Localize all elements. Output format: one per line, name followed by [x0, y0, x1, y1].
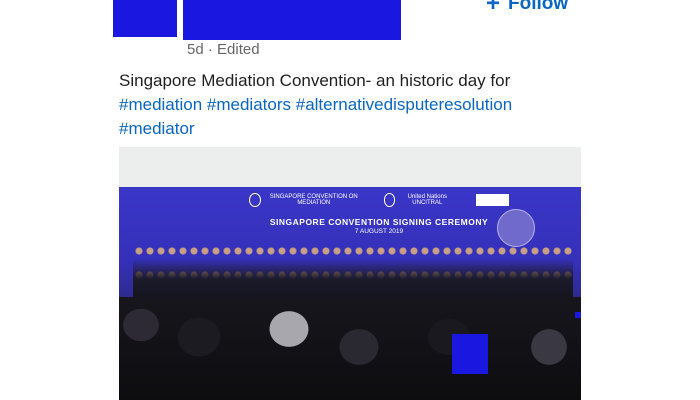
convention-seal-icon: [497, 209, 535, 247]
stage-banner: SINGAPORE CONVENTION ON MEDIATION United…: [249, 189, 510, 251]
post-meta: 5d · Edited: [187, 41, 260, 58]
audience-foreground: [119, 297, 581, 400]
un-emblem-icon: [383, 193, 396, 207]
un-logo: United Nations UNCITRAL: [383, 193, 456, 207]
redacted-mark: [575, 312, 581, 318]
hashtag-alternativedisputeresolution[interactable]: #alternativedisputeresolution: [296, 95, 512, 114]
post-image[interactable]: SINGAPORE CONVENTION ON MEDIATION United…: [119, 147, 581, 400]
banner-date: 7 AUGUST 2019: [354, 228, 404, 235]
plus-icon: +: [486, 0, 501, 17]
un-logo-text: United Nations UNCITRAL: [407, 194, 447, 206]
redacted-face: [452, 334, 488, 374]
post-text: Singapore Mediation Convention- an histo…: [119, 69, 589, 141]
hashtag-mediator[interactable]: #mediator: [119, 119, 195, 138]
follow-label: Follow: [508, 0, 569, 14]
ceremony-photo: SINGAPORE CONVENTION ON MEDIATION United…: [119, 187, 581, 400]
convention-logo-text: SINGAPORE CONVENTION ON MEDIATION: [269, 194, 358, 206]
post-body: Singapore Mediation Convention- an histo…: [119, 71, 511, 90]
convention-logo: SINGAPORE CONVENTION ON MEDIATION: [249, 193, 364, 207]
sponsor-logo: [476, 194, 510, 206]
follow-button[interactable]: + Follow: [486, 0, 568, 16]
hashtag-mediators[interactable]: #mediators: [207, 95, 291, 114]
redacted-avatar[interactable]: [113, 0, 177, 37]
hashtag-mediation[interactable]: #mediation: [119, 95, 202, 114]
convention-emblem-icon: [249, 193, 261, 207]
redacted-author-name[interactable]: [183, 0, 401, 40]
banner-title: SINGAPORE CONVENTION SIGNING CEREMONY: [269, 217, 489, 227]
